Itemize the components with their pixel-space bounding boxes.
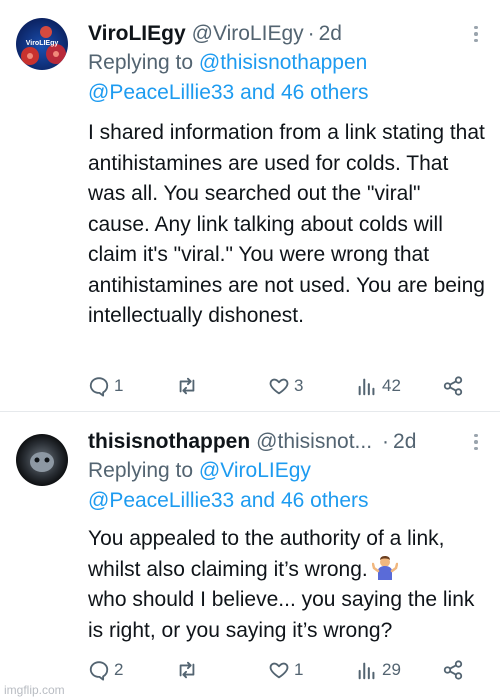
avatar-image: ViroLIEgy	[16, 18, 68, 70]
tweet-text: You appealed to the authority of a link,…	[88, 524, 486, 646]
action-bar: 2 1 29	[88, 656, 478, 684]
views-button[interactable]: 42	[356, 372, 401, 400]
svg-text:ViroLIEgy: ViroLIEgy	[26, 40, 59, 47]
tweet-header: ViroLIEgy @ViroLIEgy · 2d	[88, 20, 486, 48]
separator-dot: ·	[382, 430, 390, 453]
person-shrugging-icon	[371, 555, 398, 581]
heart-icon	[269, 662, 289, 679]
avatar[interactable]	[16, 434, 68, 486]
action-bar: 1 3 42	[88, 372, 478, 400]
replying-others-link[interactable]: @PeaceLillie33 and 46 others	[88, 81, 369, 104]
display-name[interactable]: ViroLIEgy	[88, 22, 186, 46]
more-options-icon[interactable]	[466, 428, 486, 456]
reply-count: 2	[114, 660, 124, 679]
tweet-text-part-2: who should I believe... you saying the l…	[88, 588, 475, 642]
separator-dot: ·	[307, 22, 315, 45]
display-name[interactable]: thisisnothappen	[88, 430, 250, 454]
reply-button[interactable]: 1	[88, 372, 123, 400]
timestamp[interactable]: 2d	[319, 22, 342, 46]
reply-icon	[89, 377, 109, 397]
reply-count: 1	[114, 376, 124, 395]
heart-icon	[269, 378, 289, 395]
retweet-icon	[179, 661, 195, 679]
views-button[interactable]: 29	[356, 656, 401, 684]
like-button[interactable]: 1	[268, 656, 303, 684]
tweet-header: thisisnothappen @thisisnot... · 2d	[88, 428, 486, 456]
replying-label: Replying to	[88, 51, 194, 74]
views-icon	[358, 378, 375, 396]
tweet-1[interactable]: ViroLIEgy ViroLIEgy @ViroLIEgy · 2d Repl…	[0, 0, 500, 412]
share-icon	[443, 376, 463, 396]
watermark: imgflip.com	[4, 683, 65, 697]
replying-user-link[interactable]: @ViroLIEgy	[199, 459, 311, 482]
replying-user-link[interactable]: @thisisnothappen	[199, 51, 367, 74]
views-icon	[358, 662, 375, 680]
reply-icon	[89, 661, 109, 681]
retweet-button[interactable]	[176, 372, 202, 400]
replying-to: Replying to @thisisnothappen @PeaceLilli…	[88, 48, 486, 108]
like-count: 3	[294, 376, 304, 395]
avatar-image	[16, 434, 68, 486]
user-handle[interactable]: @thisisnot...	[256, 430, 372, 454]
views-count: 42	[382, 376, 401, 395]
tweet-2[interactable]: thisisnothappen @thisisnot... · 2d Reply…	[0, 412, 500, 700]
timestamp[interactable]: 2d	[393, 430, 416, 454]
reply-button[interactable]: 2	[88, 656, 123, 684]
share-icon	[443, 660, 463, 680]
user-handle[interactable]: @ViroLIEgy	[192, 22, 304, 46]
share-button[interactable]	[442, 372, 464, 400]
like-button[interactable]: 3	[268, 372, 303, 400]
replying-label: Replying to	[88, 459, 194, 482]
replying-others-link[interactable]: @PeaceLillie33 and 46 others	[88, 489, 369, 512]
retweet-button[interactable]	[176, 656, 202, 684]
views-count: 29	[382, 660, 401, 679]
avatar[interactable]: ViroLIEgy	[16, 18, 68, 70]
more-options-icon[interactable]	[466, 20, 486, 48]
replying-to: Replying to @ViroLIEgy @PeaceLillie33 an…	[88, 456, 486, 516]
retweet-icon	[179, 377, 195, 395]
share-button[interactable]	[442, 656, 464, 684]
like-count: 1	[294, 660, 304, 679]
tweet-text: I shared information from a link stating…	[88, 121, 485, 327]
